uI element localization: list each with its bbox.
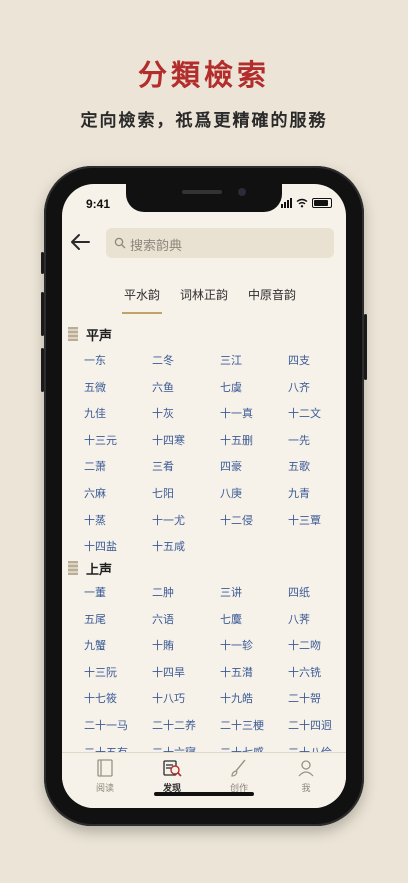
rhyme-item[interactable]: 九青 [288, 485, 310, 501]
section-title: 平声 [86, 328, 113, 344]
rhyme-item[interactable]: 四支 [288, 352, 310, 368]
battery-icon [312, 198, 332, 208]
mute-switch [41, 252, 44, 274]
rhyme-item[interactable]: 七麌 [220, 611, 242, 627]
rhyme-item[interactable]: 十二侵 [220, 512, 253, 528]
promo-subline: 定向檢索，祇爲更精確的服務 [80, 111, 328, 131]
rhyme-item[interactable]: 三肴 [152, 458, 174, 474]
section-marker-icon [68, 327, 78, 341]
rhyme-book-tabs: 平水韵 词林正韵 中原音韵 [62, 280, 346, 316]
tab-cilin[interactable]: 词林正韵 [180, 286, 228, 303]
rhyme-item[interactable]: 十灰 [152, 405, 174, 421]
bottom-tab-bar: 阅读 发现 创作 我 [62, 752, 346, 808]
rhyme-item[interactable]: 十四盐 [84, 538, 117, 554]
rhyme-item[interactable]: 三讲 [220, 584, 242, 600]
tab-pingshui[interactable]: 平水韵 [124, 286, 160, 303]
rhyme-item[interactable]: 一董 [84, 584, 106, 600]
rhyme-item[interactable]: 十一尤 [152, 512, 185, 528]
rhyme-item[interactable]: 一东 [84, 352, 106, 368]
rhyme-item[interactable]: 十五潸 [220, 664, 253, 680]
status-time: 9:41 [86, 197, 111, 211]
signal-icon [281, 198, 292, 208]
home-indicator [154, 792, 254, 796]
person-icon [298, 760, 314, 777]
rhyme-item[interactable]: 二十二养 [152, 717, 196, 733]
tabbar-discover[interactable]: 发现 [147, 757, 197, 794]
tabbar-label: 阅读 [95, 784, 114, 794]
rhyme-item[interactable]: 十四寒 [152, 432, 185, 448]
promo-headline: 分類檢索 [137, 58, 270, 92]
rhyme-item[interactable]: 九佳 [84, 405, 106, 421]
rhyme-item[interactable]: 十蒸 [84, 512, 106, 528]
rhyme-item[interactable]: 二萧 [84, 458, 106, 474]
search-icon [114, 237, 126, 249]
rhyme-list: 平声 一东 二冬 三江 四支五微 六鱼 七虞 八齐九佳 十灰 十一真 十二文十三元 十四寒 十五删 一先… [62, 318, 346, 758]
rhyme-item[interactable]: 五尾 [84, 611, 106, 627]
section-marker-icon [68, 561, 78, 575]
rhyme-item[interactable]: 八荠 [288, 611, 310, 627]
search-input[interactable]: 搜索韵典 [106, 228, 334, 258]
rhyme-item[interactable]: 五微 [84, 379, 106, 395]
search-placeholder: 搜索韵典 [130, 239, 183, 254]
rhyme-item[interactable]: 二十一马 [84, 717, 128, 733]
rhyme-item[interactable]: 十一轸 [220, 637, 253, 653]
power-button [364, 314, 367, 380]
volume-up-button [41, 292, 44, 336]
rhyme-item[interactable]: 七阳 [152, 485, 174, 501]
rhyme-item[interactable]: 六鱼 [152, 379, 174, 395]
notch [126, 184, 282, 212]
back-arrow-icon[interactable] [68, 230, 92, 254]
rhyme-item[interactable]: 九蟹 [84, 637, 106, 653]
rhyme-item[interactable]: 四豪 [220, 458, 242, 474]
rhyme-item[interactable]: 十五删 [220, 432, 253, 448]
rhyme-item[interactable]: 一先 [288, 432, 310, 448]
brush-icon [231, 759, 246, 777]
rhyme-item[interactable]: 十三阮 [84, 664, 117, 680]
speaker [182, 190, 222, 194]
rhyme-item[interactable]: 十六铣 [288, 664, 321, 680]
rhyme-item[interactable]: 十二吻 [288, 637, 321, 653]
tabbar-create[interactable]: 创作 [214, 757, 264, 794]
rhyme-item[interactable]: 五歌 [288, 458, 310, 474]
rhyme-item[interactable]: 六麻 [84, 485, 106, 501]
rhyme-item[interactable]: 十七筱 [84, 690, 117, 706]
rhyme-item[interactable]: 十五咸 [152, 538, 185, 554]
active-tab-indicator [122, 312, 162, 314]
tabbar-label: 我 [301, 784, 311, 794]
tabbar-read[interactable]: 阅读 [80, 757, 130, 794]
rhyme-item[interactable]: 二肿 [152, 584, 174, 600]
rhyme-item[interactable]: 三江 [220, 352, 242, 368]
section-title: 上声 [86, 562, 113, 578]
rhyme-item[interactable]: 十二文 [288, 405, 321, 421]
volume-down-button [41, 348, 44, 392]
rhyme-item[interactable]: 七虞 [220, 379, 242, 395]
rhyme-item[interactable]: 二十三梗 [220, 717, 264, 733]
rhyme-item[interactable]: 六语 [152, 611, 174, 627]
rhyme-item[interactable]: 十九皓 [220, 690, 253, 706]
rhyme-item[interactable]: 十三覃 [288, 512, 321, 528]
status-icons [281, 197, 332, 209]
front-camera [238, 188, 246, 196]
rhyme-item[interactable]: 二十哿 [288, 690, 321, 706]
rhyme-item[interactable]: 十一真 [220, 405, 253, 421]
rhyme-item[interactable]: 二冬 [152, 352, 174, 368]
discover-icon [163, 760, 182, 777]
app-screen: 9:41 搜索韵典 平水韵 词林正韵 中原音韵 平声 一东 二冬 三江 四支 五… [62, 184, 346, 808]
phone-frame: 9:41 搜索韵典 平水韵 词林正韵 中原音韵 平声 一东 二冬 三江 四支 五… [41, 166, 367, 826]
rhyme-item[interactable]: 八齐 [288, 379, 310, 395]
nav-bar: 搜索韵典 [62, 228, 346, 264]
rhyme-item[interactable]: 八庚 [220, 485, 242, 501]
wifi-icon [296, 198, 308, 208]
book-icon [97, 759, 113, 777]
section-header-shang: 上声 [68, 558, 112, 578]
tab-zhongyuan[interactable]: 中原音韵 [248, 286, 296, 303]
rhyme-item[interactable]: 十四旱 [152, 664, 185, 680]
rhyme-item[interactable]: 十八巧 [152, 690, 185, 706]
rhyme-item[interactable]: 四纸 [288, 584, 310, 600]
section-header-ping: 平声 [68, 324, 112, 344]
rhyme-item[interactable]: 十賄 [152, 637, 174, 653]
rhyme-item[interactable]: 二十四迥 [288, 717, 332, 733]
rhyme-item[interactable]: 十三元 [84, 432, 117, 448]
tabbar-me[interactable]: 我 [281, 757, 331, 794]
